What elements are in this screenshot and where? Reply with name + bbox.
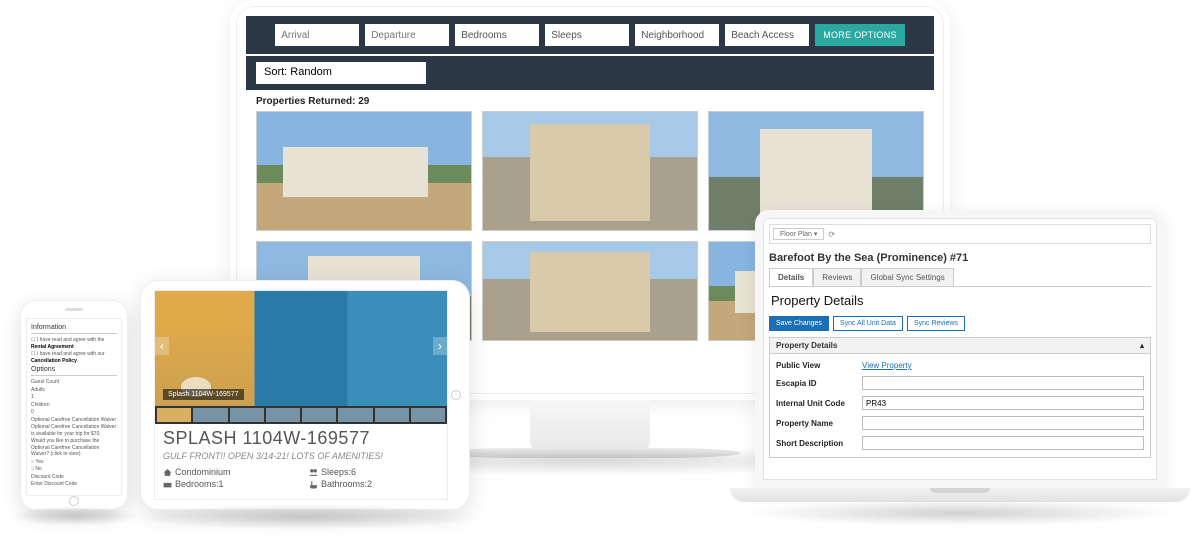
listing-hero-image[interactable]: ‹ › Splash 1104W-169577 <box>155 291 447 406</box>
listing-subtitle: GULF FRONT!! OPEN 3/14-21! LOTS OF AMENI… <box>163 451 439 461</box>
action-buttons: Save Changes Sync All Unit Data Sync Rev… <box>769 316 1151 331</box>
meta-bathrooms: Bathrooms:2 <box>309 479 439 489</box>
search-filter-bar: Bedrooms Sleeps Neighborhood Beach Acces… <box>246 16 934 54</box>
laptop-device: Floor Plan ▾ ⟳ Barefoot By the Sea (Prom… <box>730 210 1190 502</box>
gallery-next-button[interactable]: › <box>433 337 447 355</box>
field-short-desc: Short Description <box>776 433 1144 453</box>
waiver-yes[interactable]: ○ Yes <box>31 459 117 466</box>
phone-device: Information ☐ I have read and agree with… <box>20 300 128 510</box>
bed-icon <box>163 480 172 489</box>
guest-count-label: Guest Count <box>31 379 117 386</box>
agreement-row[interactable]: ☐ I have read and agree with the Rental … <box>31 337 117 350</box>
gallery-thumbnails <box>155 406 447 424</box>
field-internal-code: Internal Unit Code <box>776 393 1144 413</box>
thumbnail[interactable] <box>193 408 227 422</box>
listing-title: SPLASH 1104W-169577 <box>163 428 439 449</box>
view-property-link[interactable]: View Property <box>862 361 912 370</box>
field-label: Short Description <box>776 439 862 448</box>
tab-details[interactable]: Details <box>769 268 813 286</box>
property-name-input[interactable] <box>862 416 1144 430</box>
shadow <box>10 506 138 526</box>
section-header: Information <box>31 324 117 334</box>
thumbnail[interactable] <box>266 408 300 422</box>
field-label: Public View <box>776 361 862 370</box>
admin-content: Floor Plan ▾ ⟳ Barefoot By the Sea (Prom… <box>769 224 1151 458</box>
internal-code-input[interactable] <box>862 396 1144 410</box>
breadcrumb-tab[interactable]: Floor Plan ▾ <box>773 228 824 240</box>
property-card[interactable] <box>482 241 698 341</box>
admin-topbar: Floor Plan ▾ ⟳ <box>769 224 1151 244</box>
waiver-question: Would you like to purchase the Optional … <box>31 438 117 458</box>
property-card[interactable] <box>482 111 698 231</box>
field-label: Internal Unit Code <box>776 399 862 408</box>
thumbnail[interactable] <box>302 408 336 422</box>
shadow <box>740 500 1180 526</box>
discount-header: Discount Code <box>31 474 117 481</box>
listing-meta: Condominium Sleeps:6 Bedrooms:1 Bathroom… <box>163 467 439 489</box>
waiver-header: Optional Carefree Cancellation Waiver <box>31 417 117 424</box>
field-public-view: Public View View Property <box>776 358 1144 373</box>
bath-icon <box>309 480 318 489</box>
tablet-device: ‹ › Splash 1104W-169577 SPLASH 1104W-169… <box>140 280 470 510</box>
booking-form-screen: Information ☐ I have read and agree with… <box>26 318 122 496</box>
neighborhood-select[interactable]: Neighborhood <box>635 24 719 46</box>
tab-reviews[interactable]: Reviews <box>813 268 861 286</box>
adults-label: Adults <box>31 387 117 394</box>
collapse-icon[interactable]: ▴ <box>1140 341 1144 350</box>
meta-bedrooms: Bedrooms:1 <box>163 479 293 489</box>
thumbnail[interactable] <box>411 408 445 422</box>
waiver-no[interactable]: ○ No <box>31 466 117 473</box>
waiver-body: Optional Carefree Cancellation Waiver is… <box>31 424 117 437</box>
sleeps-select[interactable]: Sleeps <box>545 24 629 46</box>
panel-header[interactable]: Property Details ▴ <box>770 338 1150 354</box>
discount-input[interactable]: Enter Discount Code <box>31 481 117 488</box>
refresh-icon[interactable]: ⟳ <box>828 230 835 239</box>
children-label: Children <box>31 402 117 409</box>
sort-select[interactable]: Sort: Random <box>256 62 426 84</box>
panel-body: Public View View Property Escapia ID Int… <box>770 354 1150 457</box>
section-header: Options <box>31 366 117 376</box>
sync-reviews-button[interactable]: Sync Reviews <box>907 316 965 331</box>
more-options-button[interactable]: MORE OPTIONS <box>815 24 905 46</box>
field-escapia-id: Escapia ID <box>776 373 1144 393</box>
gallery-prev-button[interactable]: ‹ <box>155 337 169 355</box>
monitor-stand <box>530 400 650 450</box>
bedrooms-select[interactable]: Bedrooms <box>455 24 539 46</box>
beach-access-select[interactable]: Beach Access <box>725 24 809 46</box>
meta-sleeps: Sleeps:6 <box>309 467 439 477</box>
thumbnail[interactable] <box>375 408 409 422</box>
sort-bar: Sort: Random <box>246 56 934 90</box>
children-value[interactable]: 0 <box>31 409 117 416</box>
save-changes-button[interactable]: Save Changes <box>769 316 829 331</box>
shadow <box>130 504 480 530</box>
property-title: Barefoot By the Sea (Prominence) #71 <box>769 250 1151 268</box>
short-desc-input[interactable] <box>862 436 1144 450</box>
property-card[interactable] <box>256 111 472 231</box>
thumbnail[interactable] <box>230 408 264 422</box>
meta-type: Condominium <box>163 467 293 477</box>
tab-global-sync[interactable]: Global Sync Settings <box>861 268 953 286</box>
hero-caption: Splash 1104W-169577 <box>163 389 244 400</box>
field-property-name: Property Name <box>776 413 1144 433</box>
admin-tabs: Details Reviews Global Sync Settings <box>769 268 1151 286</box>
escapia-id-input[interactable] <box>862 376 1144 390</box>
field-label: Property Name <box>776 419 862 428</box>
results-count: Properties Returned: 29 <box>246 90 934 111</box>
arrival-input[interactable] <box>275 24 359 46</box>
thumbnail[interactable] <box>157 408 191 422</box>
field-label: Escapia ID <box>776 379 862 388</box>
listing-body: SPLASH 1104W-169577 GULF FRONT!! OPEN 3/… <box>155 424 447 495</box>
home-icon <box>163 468 172 477</box>
admin-screen: Floor Plan ▾ ⟳ Barefoot By the Sea (Prom… <box>755 210 1165 488</box>
departure-input[interactable] <box>365 24 449 46</box>
cancellation-row[interactable]: ☐ I have read and agree with our Cancell… <box>31 351 117 364</box>
listing-detail-screen: ‹ › Splash 1104W-169577 SPLASH 1104W-169… <box>154 290 448 500</box>
property-details-panel: Property Details ▴ Public View View Prop… <box>769 337 1151 458</box>
people-icon <box>309 468 318 477</box>
thumbnail[interactable] <box>338 408 372 422</box>
section-heading: Property Details <box>769 286 1151 316</box>
sync-unit-button[interactable]: Sync All Unit Data <box>833 316 903 331</box>
adults-value[interactable]: 1 <box>31 394 117 401</box>
